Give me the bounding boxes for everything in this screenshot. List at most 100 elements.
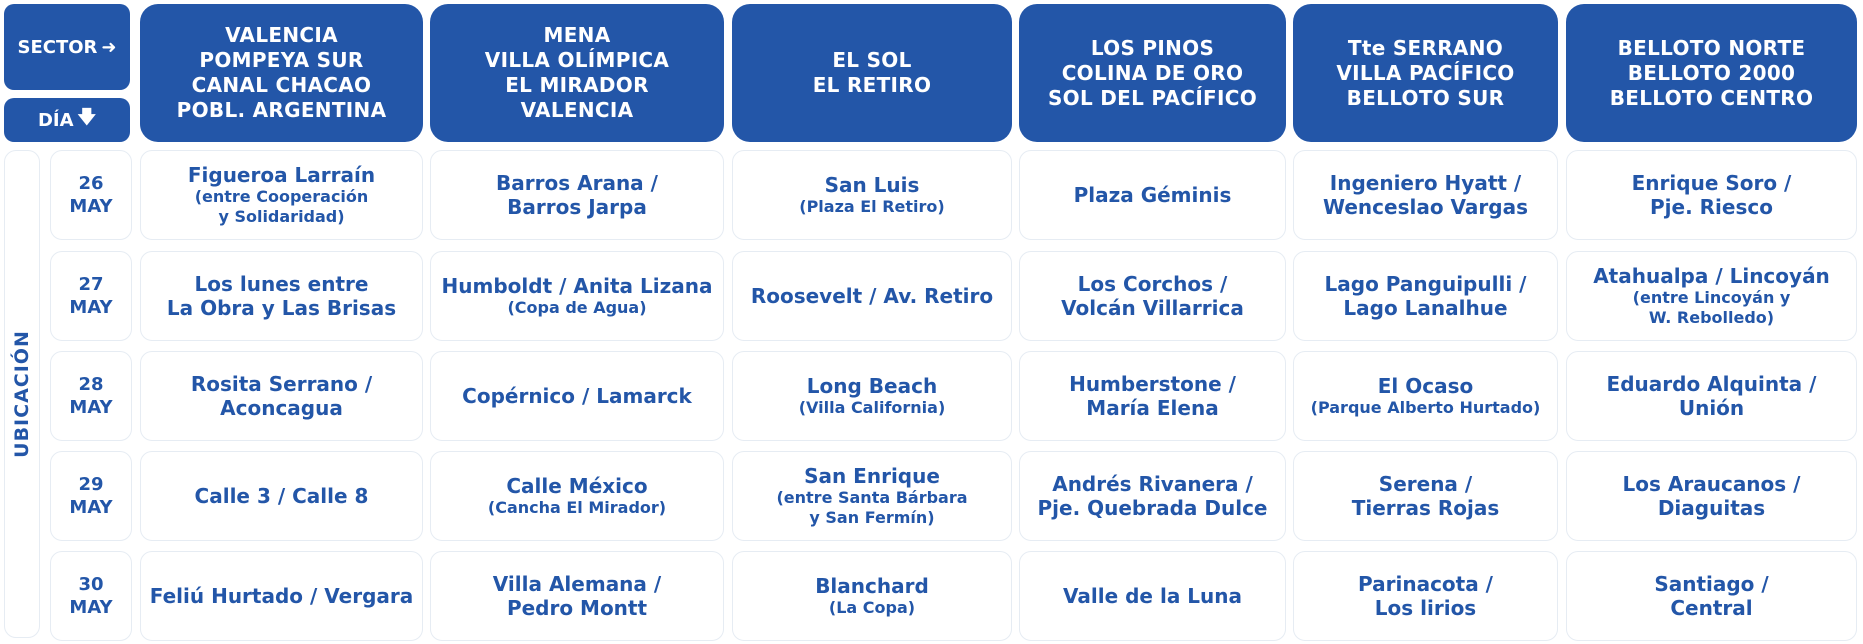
location-cell: Ingeniero Hyatt / Wenceslao Vargas xyxy=(1293,150,1558,240)
location-cell: Santiago / Central xyxy=(1566,551,1857,641)
location-cell: Enrique Soro / Pje. Riesco xyxy=(1566,150,1857,240)
location-cell: Copérnico / Lamarck xyxy=(430,351,724,441)
location-detail: (Villa California) xyxy=(798,398,946,417)
location-main: Serena / Tierras Rojas xyxy=(1351,472,1500,520)
location-cell: Rosita Serrano / Aconcagua xyxy=(140,351,423,441)
sector-label: SECTOR xyxy=(17,36,98,58)
location-main: Enrique Soro / Pje. Riesco xyxy=(1631,171,1792,219)
location-cell: Calle 3 / Calle 8 xyxy=(140,451,423,541)
location-main: Los Corchos / Volcán Villarrica xyxy=(1061,272,1244,320)
sector-header-text: BELLOTO NORTE BELLOTO 2000 BELLOTO CENTR… xyxy=(1609,35,1814,110)
sector-label-box: SECTOR ➜ xyxy=(4,4,130,90)
sector-header: Tte SERRANO VILLA PACÍFICO BELLOTO SUR xyxy=(1293,4,1558,142)
location-main: Humberstone / María Elena xyxy=(1069,372,1236,420)
location-main: Lago Panguipulli / Lago Lanalhue xyxy=(1324,272,1527,320)
location-main: Blanchard xyxy=(815,574,929,598)
location-cell: Figueroa Larraín (entre Cooperación y Sol… xyxy=(140,150,423,240)
location-cell: Barros Arana / Barros Jarpa xyxy=(430,150,724,240)
location-detail: (Copa de Agua) xyxy=(507,298,647,317)
location-cell: Atahualpa / Lincoyán (entre Lincoyán y W.… xyxy=(1566,251,1857,341)
day-cell: 26 MAY xyxy=(50,150,132,240)
location-main: Santiago / Central xyxy=(1654,572,1769,620)
location-detail: (entre Lincoyán y W. Rebolledo) xyxy=(1632,288,1791,327)
location-main: Long Beach xyxy=(806,374,938,398)
location-cell: Long Beach (Villa California) xyxy=(732,351,1012,441)
location-detail: (La Copa) xyxy=(828,598,916,617)
location-main: San Enrique xyxy=(804,464,940,488)
sector-header: MENA VILLA OLÍMPICA EL MIRADOR VALENCIA xyxy=(430,4,724,142)
day-cell: 28 MAY xyxy=(50,351,132,441)
location-cell: Los Corchos / Volcán Villarrica xyxy=(1019,251,1286,341)
location-cell: Eduardo Alquinta / Unión xyxy=(1566,351,1857,441)
day-month: MAY xyxy=(69,297,113,318)
sector-header-text: VALENCIA POMPEYA SUR CANAL CHACAO POBL. … xyxy=(176,23,387,122)
location-main: Humboldt / Anita Lizana xyxy=(441,274,713,298)
location-cell: San Enrique (entre Santa Bárbara y San Fe… xyxy=(732,451,1012,541)
location-cell: Feliú Hurtado / Vergara xyxy=(140,551,423,641)
location-cell: Parinacota / Los lirios xyxy=(1293,551,1558,641)
location-cell: Roosevelt / Av. Retiro xyxy=(732,251,1012,341)
location-cell: Calle México (Cancha El Mirador) xyxy=(430,451,724,541)
location-detail: (entre Cooperación y Solidaridad) xyxy=(194,187,369,226)
location-main: Ingeniero Hyatt / Wenceslao Vargas xyxy=(1323,171,1528,219)
day-cell: 27 MAY xyxy=(50,251,132,341)
location-main: Feliú Hurtado / Vergara xyxy=(149,584,414,608)
day-number: 30 xyxy=(78,574,104,595)
sector-header: VALENCIA POMPEYA SUR CANAL CHACAO POBL. … xyxy=(140,4,423,142)
location-main: Rosita Serrano / Aconcagua xyxy=(190,372,373,420)
location-main: Plaza Géminis xyxy=(1073,183,1232,207)
location-cell: Los lunes entre La Obra y Las Brisas xyxy=(140,251,423,341)
dia-label-box: DÍA 🡇 xyxy=(4,98,130,142)
dia-label: DÍA xyxy=(37,109,74,131)
location-main: Valle de la Luna xyxy=(1063,584,1242,608)
sector-header: EL SOL EL RETIRO xyxy=(732,4,1012,142)
day-month: MAY xyxy=(69,497,113,518)
location-main: Calle México xyxy=(506,474,648,498)
ubicacion-label-box: UBICACIÓN xyxy=(4,150,40,638)
location-main: Parinacota / Los lirios xyxy=(1358,572,1493,620)
day-cell: 29 MAY xyxy=(50,451,132,541)
day-month: MAY xyxy=(69,397,113,418)
day-number: 28 xyxy=(78,374,104,395)
location-main: Villa Alemana / Pedro Montt xyxy=(492,572,662,620)
location-main: Figueroa Larraín xyxy=(187,163,376,187)
location-cell: El Ocaso (Parque Alberto Hurtado) xyxy=(1293,351,1558,441)
location-cell: Humberstone / María Elena xyxy=(1019,351,1286,441)
location-main: Andrés Rivanera / Pje. Quebrada Dulce xyxy=(1037,472,1268,520)
day-number: 29 xyxy=(78,474,104,495)
day-month: MAY xyxy=(69,597,113,618)
location-detail: (Plaza El Retiro) xyxy=(799,197,945,216)
location-main: Calle 3 / Calle 8 xyxy=(194,484,369,508)
location-cell: Valle de la Luna xyxy=(1019,551,1286,641)
location-cell: Los Araucanos / Diaguitas xyxy=(1566,451,1857,541)
location-cell: Lago Panguipulli / Lago Lanalhue xyxy=(1293,251,1558,341)
day-number: 27 xyxy=(78,274,104,295)
location-main: Eduardo Alquinta / Unión xyxy=(1606,372,1817,420)
sector-header: LOS PINOS COLINA DE ORO SOL DEL PACÍFICO xyxy=(1019,4,1286,142)
day-month: MAY xyxy=(69,196,113,217)
location-cell: Blanchard (La Copa) xyxy=(732,551,1012,641)
location-main: El Ocaso xyxy=(1377,374,1474,398)
location-cell: Serena / Tierras Rojas xyxy=(1293,451,1558,541)
location-detail: (entre Santa Bárbara y San Fermín) xyxy=(776,488,968,527)
location-cell: Plaza Géminis xyxy=(1019,150,1286,240)
location-main: Barros Arana / Barros Jarpa xyxy=(496,171,658,219)
location-cell: Humboldt / Anita Lizana (Copa de Agua) xyxy=(430,251,724,341)
arrow-right-icon: ➜ xyxy=(101,36,117,58)
location-detail: (Cancha El Mirador) xyxy=(487,498,667,517)
sector-header-text: LOS PINOS COLINA DE ORO SOL DEL PACÍFICO xyxy=(1047,35,1258,110)
sector-header-text: Tte SERRANO VILLA PACÍFICO BELLOTO SUR xyxy=(1336,35,1515,110)
location-main: Los lunes entre La Obra y Las Brisas xyxy=(166,272,397,320)
location-main: Los Araucanos / Diaguitas xyxy=(1622,472,1801,520)
day-number: 26 xyxy=(78,173,104,194)
location-cell: Villa Alemana / Pedro Montt xyxy=(430,551,724,641)
location-main: San Luis xyxy=(824,173,920,197)
sector-header: BELLOTO NORTE BELLOTO 2000 BELLOTO CENTR… xyxy=(1566,4,1857,142)
location-main: Roosevelt / Av. Retiro xyxy=(750,284,994,308)
location-cell: San Luis (Plaza El Retiro) xyxy=(732,150,1012,240)
sector-header-text: EL SOL EL RETIRO xyxy=(812,48,932,97)
sector-header-text: MENA VILLA OLÍMPICA EL MIRADOR VALENCIA xyxy=(484,23,670,122)
location-main: Atahualpa / Lincoyán xyxy=(1593,264,1830,288)
location-detail: (Parque Alberto Hurtado) xyxy=(1310,398,1541,417)
arrow-down-icon: 🡇 xyxy=(77,107,97,128)
